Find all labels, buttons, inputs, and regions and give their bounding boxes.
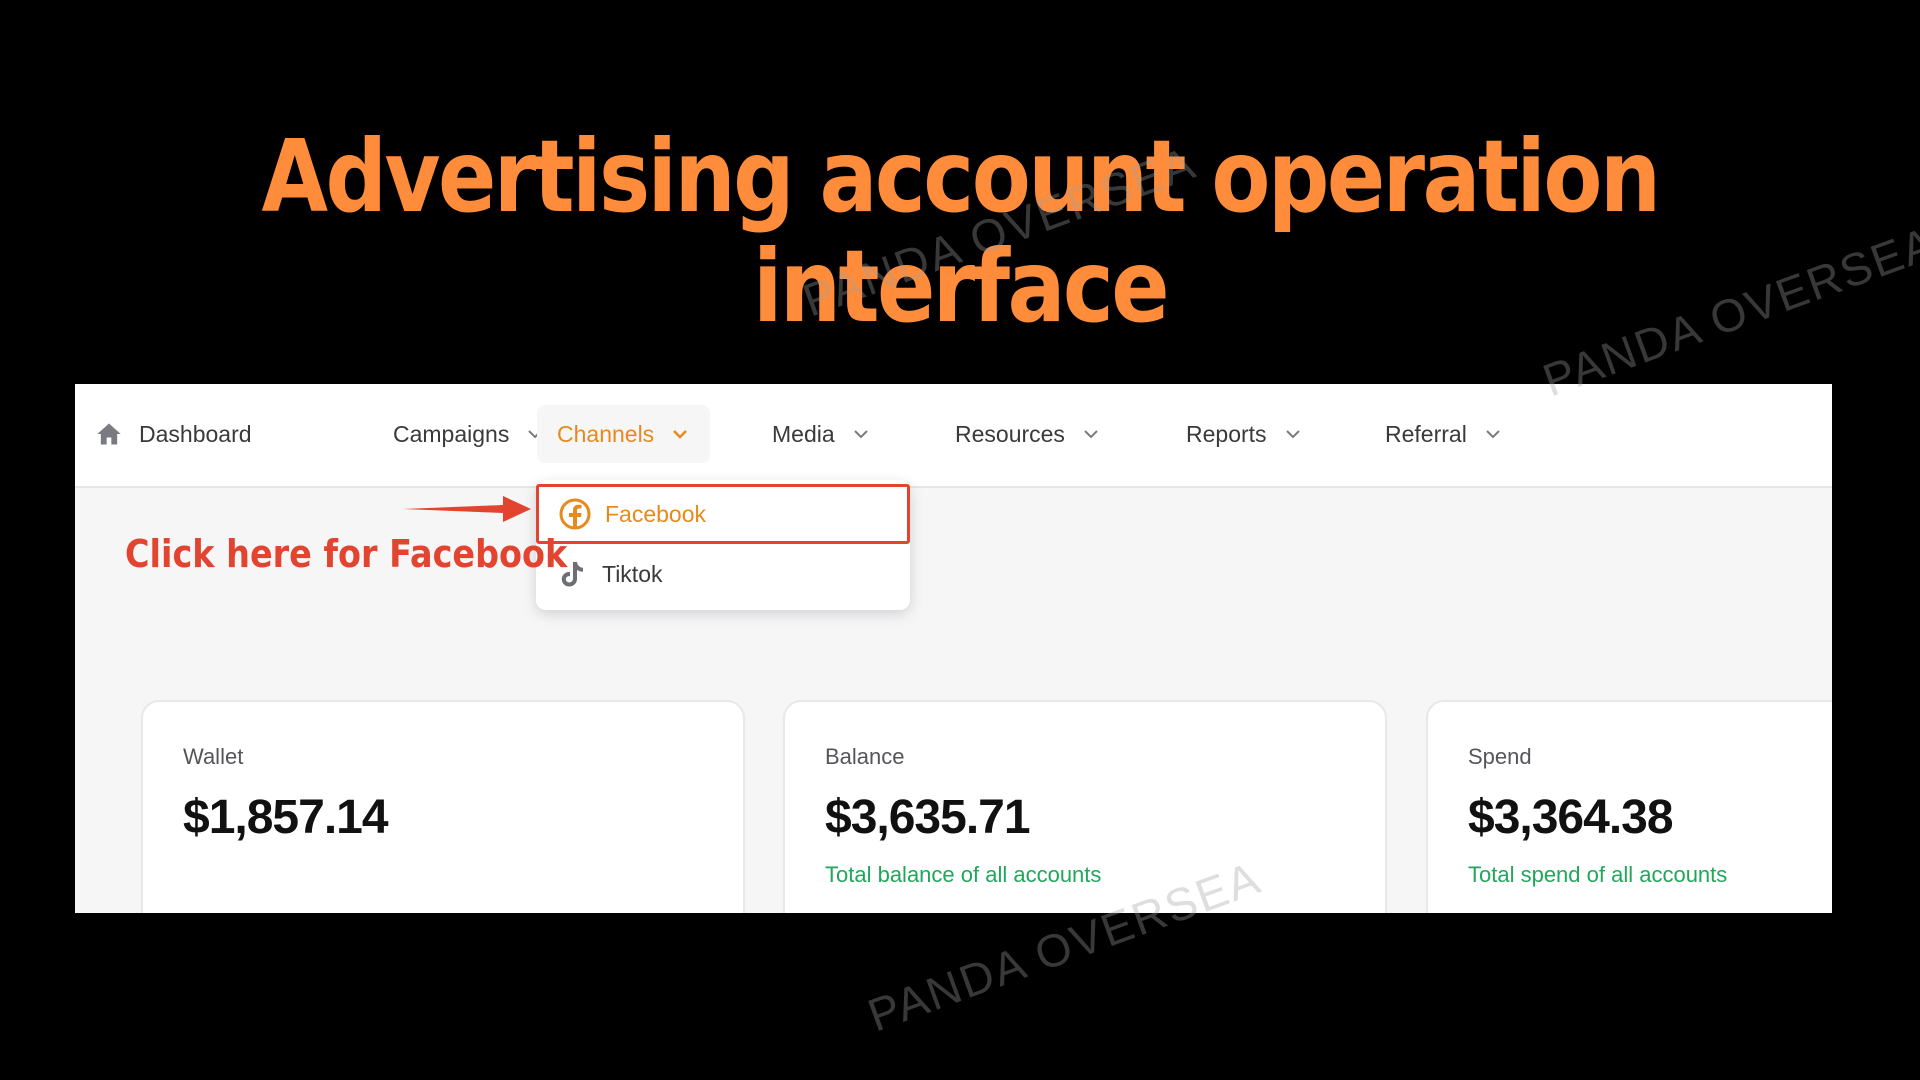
card-note: Total balance of all accounts — [825, 862, 1102, 887]
card-value: $3,635.71 — [825, 791, 1031, 844]
nav-item-label: Dashboard — [139, 420, 252, 447]
headline: Advertising account operation interface — [261, 118, 1662, 345]
nav-item-label: Resources — [955, 420, 1065, 447]
nav-item-channels[interactable]: Channels — [537, 405, 711, 463]
home-icon — [97, 423, 121, 445]
callout-text: Click here for Facebook — [125, 532, 568, 576]
nav-item-media[interactable]: Media — [752, 405, 891, 463]
dropdown-item-label: Tiktok — [602, 560, 663, 587]
dropdown-item-label: Facebook — [605, 500, 707, 527]
nav-item-label: Media — [772, 420, 835, 447]
card-label: Spend — [1468, 744, 1532, 769]
nav-item-label: Referral — [1385, 420, 1467, 447]
nav-item-label: Campaigns — [393, 420, 510, 447]
wallet-card: Wallet $1,857.14 — [141, 700, 745, 913]
nav-item-referral[interactable]: Referral — [1365, 405, 1523, 463]
card-note: Total spend of all accounts — [1468, 862, 1728, 887]
card-value: $3,364.38 — [1468, 791, 1674, 844]
card-label: Wallet — [183, 744, 244, 769]
chevron-down-icon — [1285, 430, 1300, 439]
balance-card: Balance $3,635.71 Total balance of all a… — [783, 700, 1387, 913]
pointer-arrow — [403, 496, 531, 522]
channels-dropdown: Facebook Tiktok — [536, 480, 910, 610]
app-window: Dashboard Campaigns Channels Media Resou… — [75, 384, 1832, 913]
card-label: Balance — [825, 744, 905, 769]
chevron-down-icon — [1486, 430, 1500, 439]
nav-item-resources[interactable]: Resources — [935, 405, 1121, 463]
nav-item-dashboard[interactable]: Dashboard — [75, 405, 272, 463]
facebook-icon — [559, 498, 591, 530]
spend-card: Spend $3,364.38 Total spend of all accou… — [1426, 700, 1832, 913]
chevron-down-icon — [1084, 430, 1098, 439]
card-value: $1,857.14 — [183, 791, 389, 844]
top-navbar: Dashboard Campaigns Channels Media Resou… — [75, 384, 1832, 488]
nav-item-label: Channels — [557, 420, 655, 447]
nav-item-label: Reports — [1186, 420, 1267, 447]
chevron-down-icon — [853, 430, 868, 439]
nav-item-reports[interactable]: Reports — [1166, 405, 1323, 463]
chevron-down-icon — [673, 430, 688, 439]
dropdown-item-tiktok[interactable]: Tiktok — [536, 544, 910, 604]
dropdown-item-facebook[interactable]: Facebook — [536, 484, 910, 544]
